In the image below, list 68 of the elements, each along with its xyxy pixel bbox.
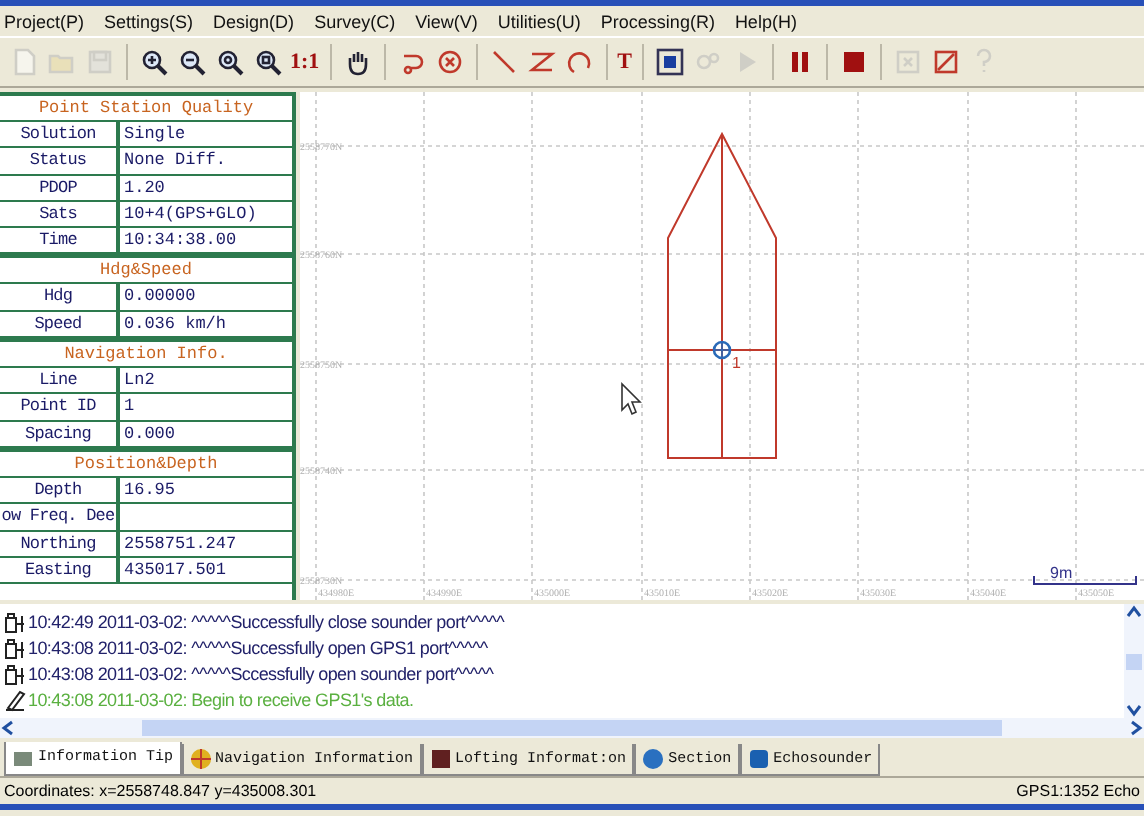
- scroll-thumb[interactable]: [1126, 653, 1142, 669]
- table-cell: Easting: [0, 557, 120, 583]
- plug-icon: [4, 611, 26, 633]
- gps-status: GPS1:1352 Echo: [1016, 782, 1140, 800]
- table-cell: Solution: [0, 122, 120, 147]
- table-cell-text: 1.20: [122, 175, 165, 200]
- menu-item[interactable]: Processing(R): [600, 11, 715, 31]
- menu-item[interactable]: Design(D): [213, 11, 295, 31]
- window-icon: [429, 748, 452, 770]
- toolbar-button[interactable]: 1:1: [290, 44, 320, 80]
- table-cell: PDOP: [0, 175, 120, 200]
- menu-item[interactable]: View(V): [415, 11, 478, 31]
- scale-label: 9m: [1050, 564, 1073, 582]
- menu-item[interactable]: Survey(C): [314, 11, 396, 31]
- table-cell-text: 10:34:38.00: [122, 228, 237, 253]
- table-cell-text: 0.036 km/h: [122, 311, 227, 337]
- section-title: Point Station Quality: [0, 92, 292, 122]
- log-message: 10:43:08 2011-03-02: ^^^^^Successfully open GPS1 port^^^^^: [28, 638, 488, 658]
- table-cell: Depth: [0, 477, 120, 503]
- table-cell-text: Ln2: [122, 368, 155, 393]
- pen-icon: [4, 689, 26, 711]
- table-cell-text: None Diff.: [122, 148, 227, 174]
- table-cell: Point ID: [0, 394, 120, 420]
- section-title: Position&Depth: [0, 447, 292, 478]
- table-cell-text: 0.00000: [122, 284, 196, 310]
- table-cell: Sats: [0, 201, 120, 227]
- vertical-scrollbar[interactable]: [1124, 604, 1144, 718]
- table-cell: Status: [0, 148, 120, 174]
- table-cell: Line: [0, 368, 120, 393]
- coordinates-text: Coordinates: x=2558748.847 y=435008.301: [4, 782, 317, 800]
- scroll-up-icon[interactable]: [1126, 604, 1142, 620]
- menu-item[interactable]: Settings(S): [104, 11, 194, 31]
- table-cell-text: 16.95: [122, 477, 176, 503]
- window-icon: [12, 747, 34, 769]
- section-title: Hdg&Speed: [0, 254, 292, 285]
- table-cell: Time: [0, 228, 120, 253]
- table-cell: Hdg: [0, 284, 120, 310]
- horizontal-scrollbar[interactable]: [0, 718, 1144, 738]
- cursor-icon: [621, 382, 642, 416]
- section-title: Navigation Info.: [0, 338, 292, 369]
- compass-icon: [189, 748, 212, 770]
- table-cell-text: 10+4(GPS+GLO): [122, 201, 257, 227]
- log-message: 10:43:08 2011-03-02: Begin to receive GPS1's data.: [28, 690, 414, 710]
- target-icon[interactable]: [654, 44, 687, 80]
- scale-bar: [1033, 575, 1137, 585]
- scroll-down-icon[interactable]: [1126, 702, 1142, 718]
- scroll-left-icon[interactable]: [0, 720, 16, 736]
- table-cell-text: 1: [122, 394, 135, 420]
- plug-icon: [4, 637, 26, 659]
- log-message: 10:42:49 2011-03-02: ^^^^^Successfully close sounder port^^^^^: [28, 612, 505, 632]
- toolbar-button[interactable]: T: [617, 44, 633, 80]
- table-cell-text: Single: [122, 122, 186, 147]
- menu-item[interactable]: Utilities(U): [497, 11, 581, 31]
- scroll-thumb[interactable]: [142, 720, 1002, 736]
- point-label: 1: [732, 354, 741, 372]
- table-cell-text: 435017.501: [122, 557, 227, 583]
- position-marker-icon: [712, 340, 732, 360]
- table-cell: Speed: [0, 311, 120, 337]
- log-message: 10:43:08 2011-03-02: ^^^^^Sccessfully open sounder port^^^^^: [28, 664, 494, 684]
- table-cell: ow Freq. Dee: [0, 504, 120, 530]
- table-cell-text: 2558751.247: [122, 531, 237, 556]
- table-cell-text: 0.000: [122, 421, 176, 446]
- scroll-right-icon[interactable]: [1128, 720, 1144, 736]
- plug-icon: [4, 663, 26, 685]
- menu-item[interactable]: Project(P): [4, 11, 85, 31]
- table-cell: Spacing: [0, 421, 120, 446]
- menu-item[interactable]: Help(H): [734, 11, 797, 31]
- table-cell: Northing: [0, 531, 120, 556]
